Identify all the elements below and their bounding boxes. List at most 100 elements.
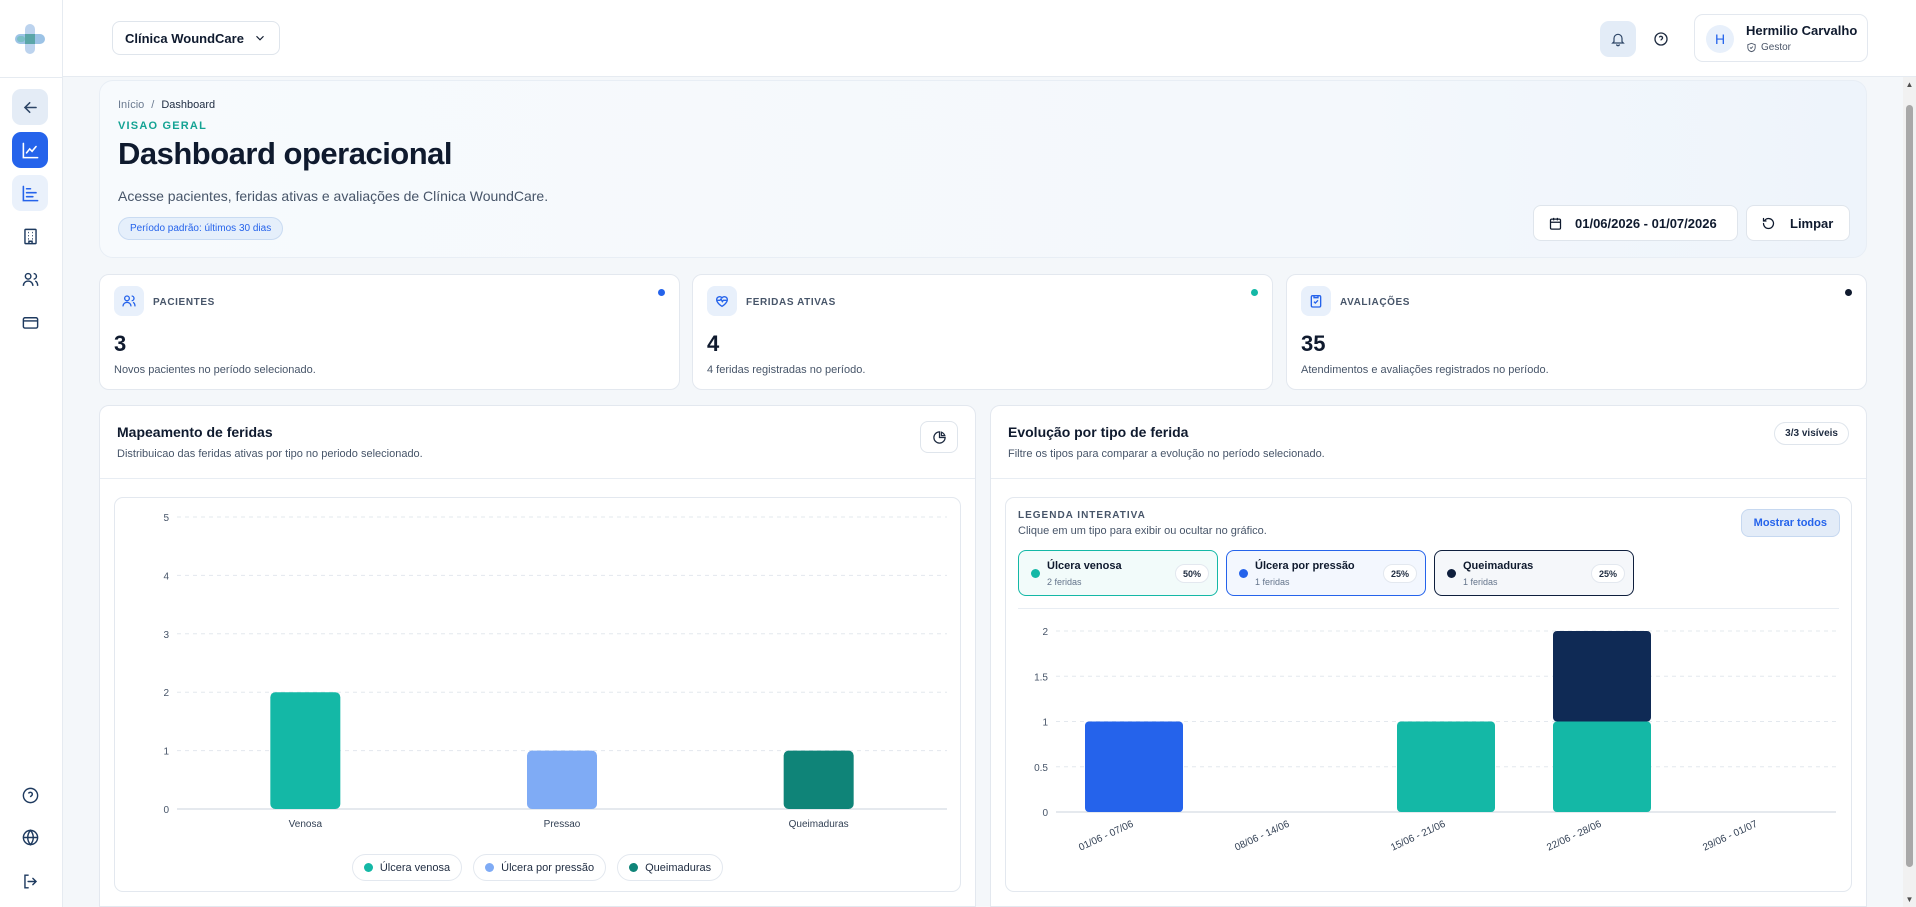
legend-dot	[485, 863, 495, 872]
credit-card-icon	[22, 316, 38, 329]
breadcrumb-separator: /	[151, 99, 155, 111]
wound-mapping-panel: Mapeamento de feridas Distribuicao das f…	[99, 405, 976, 907]
wound-mapping-chart: 0 1 2 3 4 5 Venosa Pressao Queimaduras	[163, 513, 947, 830]
bar-segment	[1397, 721, 1495, 812]
x-tick-label: Venosa	[289, 819, 323, 830]
clinic-select[interactable]: Clínica WoundCare	[112, 21, 280, 55]
stat-value: 3	[114, 331, 127, 356]
sidebar-item-clinics[interactable]	[12, 218, 48, 254]
y-tick-label: 4	[163, 571, 169, 582]
user-role-label: Gestor	[1761, 42, 1792, 53]
chart-legend: Úlcera venosa Úlcera por pressão Queimad…	[115, 854, 960, 881]
sidebar-logout[interactable]	[12, 863, 48, 899]
heart-pulse-icon	[707, 286, 737, 316]
legend-item-queimaduras[interactable]: Queimaduras	[617, 854, 724, 881]
panel-divider	[991, 478, 1866, 479]
user-name: Hermilio Carvalho	[1746, 23, 1858, 38]
users-icon	[114, 286, 144, 316]
page-title: Dashboard operacional	[118, 136, 453, 171]
sidebar-language[interactable]	[12, 819, 48, 855]
app-logo	[15, 24, 45, 54]
stat-card-wounds: FERIDAS ATIVAS 4 4 feridas registradas n…	[692, 274, 1273, 390]
legend-item-pressao[interactable]: Úlcera por pressão	[473, 854, 607, 881]
legend-dot	[363, 863, 373, 872]
page-scrollbar[interactable]: ▲ ▼	[1903, 77, 1916, 907]
y-tick-label: 3	[163, 630, 169, 641]
scroll-thumb[interactable]	[1906, 105, 1913, 867]
visible-count-badge: 3/3 visíveis	[1774, 422, 1849, 445]
legend-item-venosa[interactable]: Úlcera venosa	[351, 854, 463, 881]
y-tick-label: 0	[163, 805, 169, 816]
panel-subtitle: Distribuicao das feridas ativas por tipo…	[117, 448, 423, 460]
page-eyebrow: VISAO GERAL	[118, 120, 207, 132]
shield-icon	[1747, 42, 1756, 53]
sidebar-item-billing[interactable]	[12, 304, 48, 340]
stat-card-evaluations: AVALIAÇÕES 35 Atendimentos e avaliações …	[1286, 274, 1867, 390]
help-circle-icon	[1654, 32, 1668, 46]
help-button[interactable]	[1648, 26, 1674, 52]
clear-filter-button[interactable]: Limpar	[1746, 205, 1850, 241]
y-tick-label: 1	[1042, 718, 1048, 729]
bar-queimaduras	[783, 750, 854, 809]
calendar-icon	[1549, 217, 1562, 230]
building-icon	[23, 228, 37, 244]
bar-chart-icon	[22, 185, 38, 201]
sidebar-help[interactable]	[12, 777, 48, 813]
clinic-select-value: Clínica WoundCare	[125, 30, 244, 46]
stat-card-patients: PACIENTES 3 Novos pacientes no período s…	[99, 274, 680, 390]
line-chart-icon	[22, 142, 38, 158]
panel-divider	[100, 478, 975, 479]
x-tick-label: 15/06 - 21/06	[1389, 819, 1447, 854]
chevron-down-icon	[256, 35, 264, 41]
notifications-button[interactable]	[1600, 21, 1636, 57]
x-tick-label: Pressao	[544, 819, 581, 830]
scroll-up-arrow[interactable]: ▲	[1905, 80, 1914, 89]
panel-title: Mapeamento de feridas	[117, 424, 273, 440]
refresh-icon	[1762, 217, 1775, 229]
back-button[interactable]	[12, 89, 48, 125]
y-tick-label: 1	[163, 747, 169, 758]
x-tick-label: 22/06 - 28/06	[1545, 819, 1603, 854]
legend-dot	[629, 863, 639, 872]
breadcrumb: Início / Dashboard	[118, 99, 215, 111]
chart-container: 0 1 2 3 4 5 Venosa Pressao Queimaduras Úlcera ve…	[114, 497, 961, 892]
clipboard-check-icon	[1301, 286, 1331, 316]
scroll-down-arrow[interactable]: ▼	[1905, 895, 1914, 904]
globe-icon	[22, 828, 38, 846]
hero-section: Início / Dashboard VISAO GERAL Dashboard…	[99, 80, 1867, 258]
bar-pressao	[527, 750, 597, 809]
stat-label: PACIENTES	[153, 297, 215, 308]
breadcrumb-home[interactable]: Início	[118, 99, 144, 111]
stat-value: 4	[707, 331, 720, 356]
user-role: Gestor	[1746, 42, 1791, 53]
bar-segment	[1085, 721, 1183, 812]
sidebar-item-users[interactable]	[12, 261, 48, 297]
y-tick-label: 2	[163, 688, 169, 699]
x-tick-label: 29/06 - 01/07	[1701, 819, 1759, 854]
y-tick-label: 0.5	[1034, 763, 1048, 774]
users-icon	[22, 272, 38, 286]
chart-container: LEGENDA INTERATIVA Clique em um tipo par…	[1005, 497, 1852, 892]
status-dot	[658, 289, 665, 296]
status-dot	[1251, 289, 1258, 296]
chart-type-toggle[interactable]	[920, 421, 958, 453]
sidebar-item-dashboard[interactable]	[12, 132, 48, 168]
sidebar-divider	[0, 77, 63, 78]
status-dot	[1845, 289, 1852, 296]
breadcrumb-current: Dashboard	[161, 99, 216, 111]
x-tick-label: Queimaduras	[789, 819, 849, 830]
bar-segment	[1553, 721, 1651, 812]
y-tick-label: 2	[1042, 627, 1048, 638]
period-badge: Período padrão: últimos 30 dias	[118, 217, 284, 240]
y-tick-label: 1.5	[1034, 672, 1048, 683]
date-range-picker[interactable]: 01/06/2026 - 01/07/2026	[1533, 205, 1738, 241]
stat-description: 4 feridas registradas no período.	[707, 364, 866, 376]
logout-icon	[23, 873, 37, 889]
stat-label: AVALIAÇÕES	[1340, 297, 1411, 308]
sidebar-item-reports[interactable]	[12, 175, 48, 211]
x-tick-label: 01/06 - 07/06	[1077, 819, 1135, 854]
page-subtitle: Acesse pacientes, feridas ativas e avali…	[118, 188, 549, 204]
bar-segment	[1553, 631, 1651, 722]
user-menu[interactable]: H Hermilio Carvalho Gestor	[1694, 14, 1868, 62]
y-tick-label: 5	[163, 513, 169, 524]
